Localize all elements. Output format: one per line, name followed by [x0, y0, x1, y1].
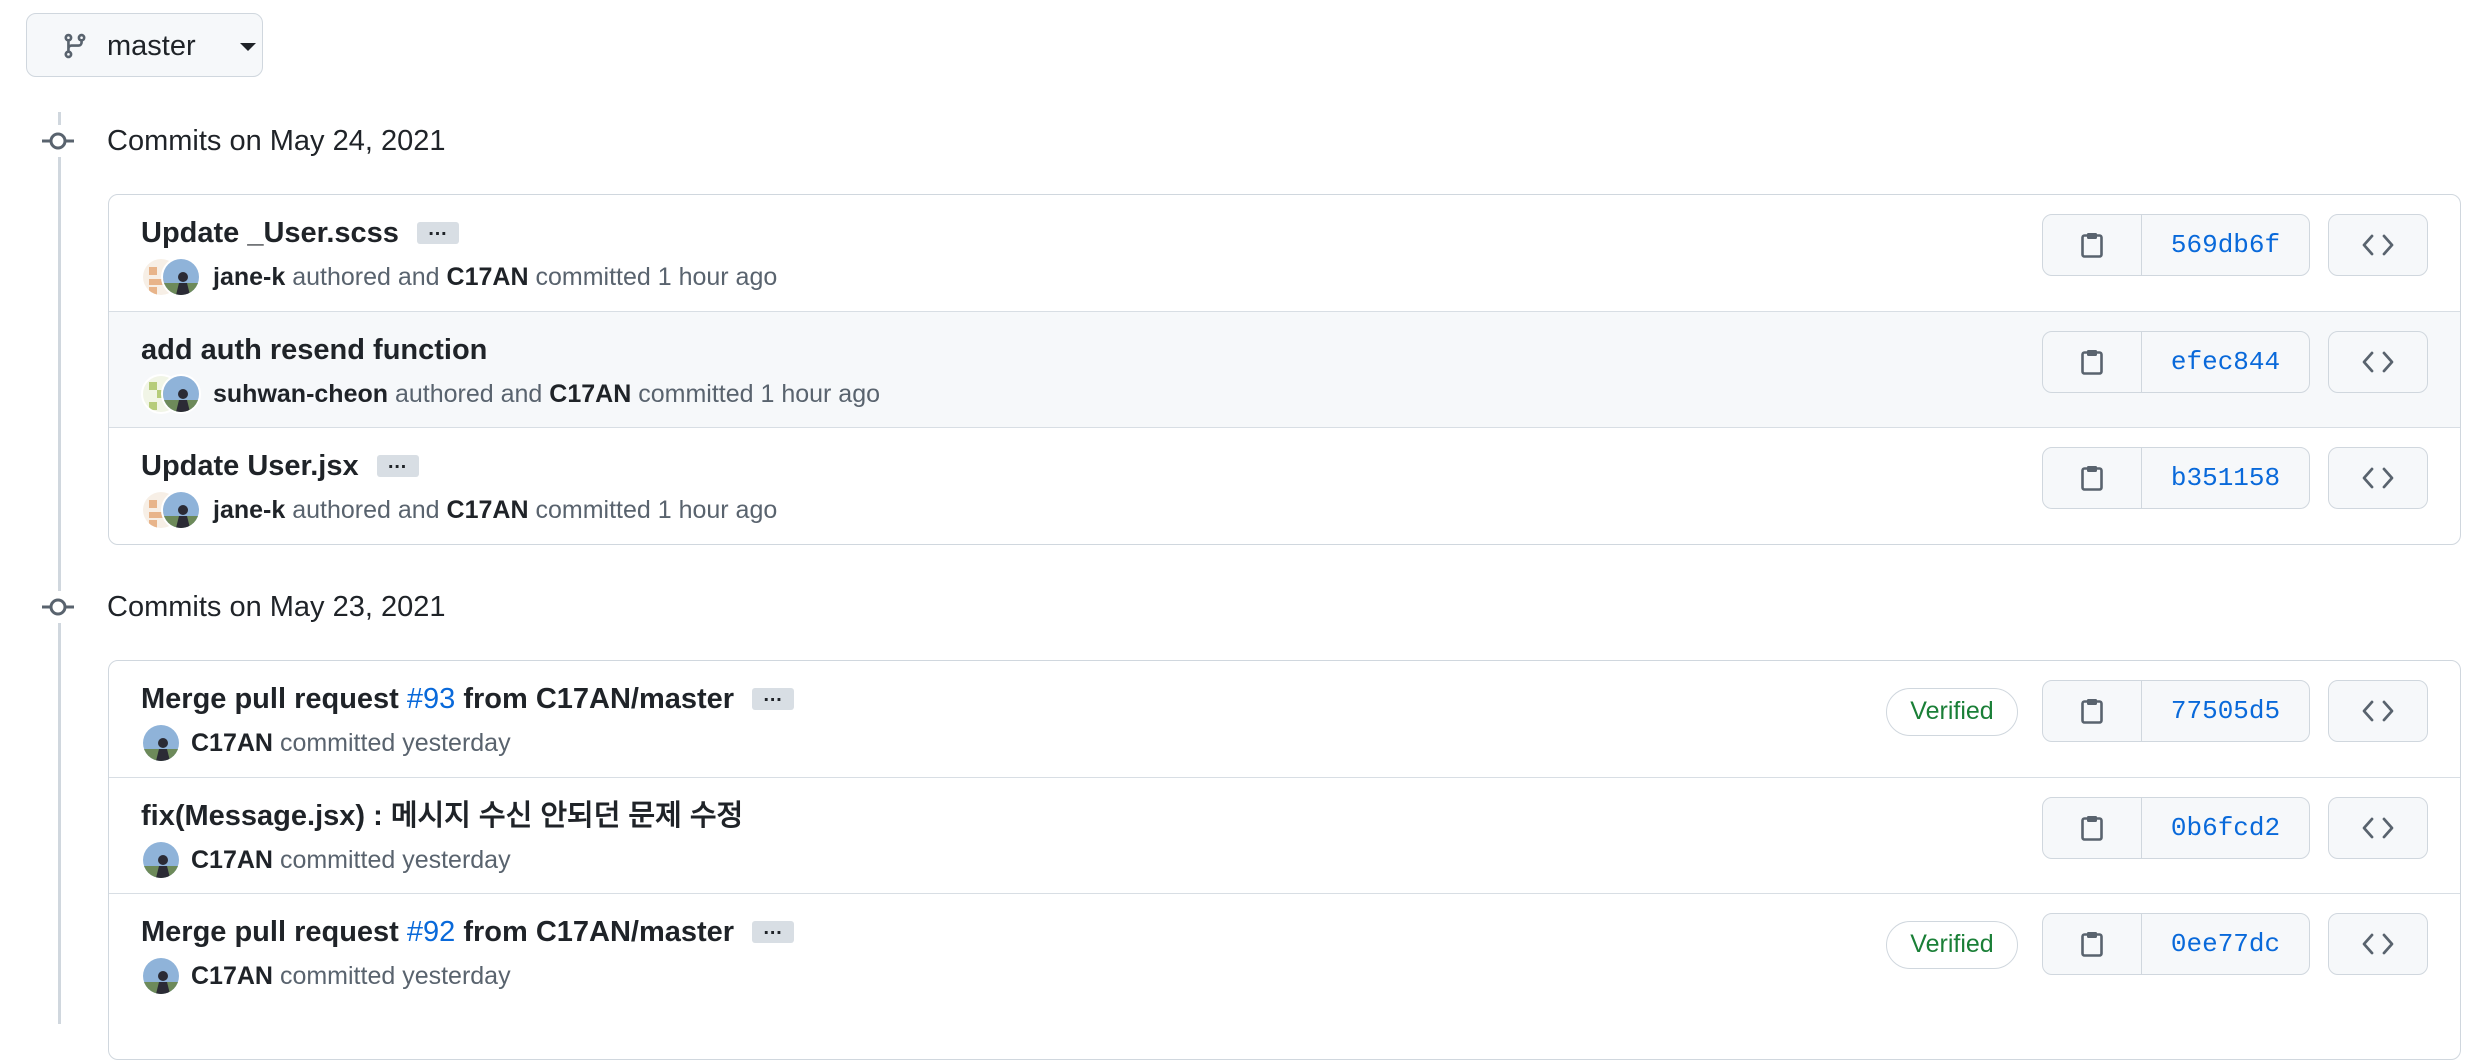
code-icon	[2362, 933, 2394, 955]
commit-list: Merge pull request #93 from C17AN/master…	[108, 660, 2461, 1060]
committer-link[interactable]: C17AN	[191, 960, 273, 992]
committer-avatar[interactable]	[141, 840, 181, 880]
expand-message-button[interactable]: …	[752, 918, 795, 943]
commit-group-title: Commits on May 24, 2021	[107, 125, 446, 157]
git-commit-icon	[40, 125, 76, 157]
browse-repo-button[interactable]	[2328, 214, 2428, 276]
timeline-line	[58, 112, 61, 1024]
commit-group-title: Commits on May 23, 2021	[107, 591, 446, 623]
authored-text: authored and	[292, 496, 440, 524]
code-icon	[2362, 351, 2394, 373]
committer-link[interactable]: C17AN	[191, 844, 273, 876]
copy-sha-button[interactable]	[2043, 798, 2142, 858]
clipboard-icon	[2081, 350, 2103, 375]
copy-sha-button[interactable]	[2043, 681, 2142, 741]
commit-sha-link[interactable]: 0b6fcd2	[2142, 798, 2309, 858]
browse-repo-button[interactable]	[2328, 680, 2428, 742]
commit-message-link[interactable]: Update _User.scss	[141, 215, 399, 251]
browse-repo-button[interactable]	[2328, 797, 2428, 859]
browse-repo-button[interactable]	[2328, 913, 2428, 975]
author-link[interactable]: suhwan-cheon	[213, 378, 388, 410]
sha-button-group: 77505d5	[2042, 680, 2310, 742]
copy-sha-button[interactable]	[2043, 332, 2142, 392]
committed-time: committed yesterday	[279, 729, 511, 757]
expand-message-button[interactable]: …	[416, 219, 459, 244]
clipboard-icon	[2081, 699, 2103, 724]
browse-repo-button[interactable]	[2328, 447, 2428, 509]
committer-link[interactable]: C17AN	[447, 494, 529, 526]
copy-sha-button[interactable]	[2043, 215, 2142, 275]
committer-avatar[interactable]	[141, 956, 181, 996]
committed-time: committed 1 hour ago	[638, 380, 881, 408]
commit-sha-link[interactable]: 569db6f	[2142, 215, 2309, 275]
commit-row: Update _User.scss … jane-k authored and …	[109, 195, 2460, 311]
commit-message-link[interactable]: fix(Message.jsx) : 메시지 수신 안되던 문제 수정	[141, 798, 743, 834]
committed-time: committed 1 hour ago	[535, 496, 778, 524]
committed-time: committed 1 hour ago	[535, 263, 778, 291]
committer-avatar[interactable]	[161, 257, 201, 297]
git-commit-icon	[40, 591, 76, 623]
committer-avatar[interactable]	[161, 374, 201, 414]
clipboard-icon	[2081, 466, 2103, 491]
committer-link[interactable]: C17AN	[191, 727, 273, 759]
commit-sha-link[interactable]: 77505d5	[2142, 681, 2309, 741]
author-link[interactable]: jane-k	[213, 494, 285, 526]
commit-row: Merge pull request #93 from C17AN/master…	[109, 661, 2460, 777]
verified-badge[interactable]: Verified	[1886, 921, 2018, 969]
git-branch-icon	[64, 33, 86, 59]
commit-message-link[interactable]: Merge pull request #92 from C17AN/master	[141, 914, 734, 950]
commit-message-link[interactable]: Update User.jsx	[141, 448, 359, 484]
sha-button-group: 569db6f	[2042, 214, 2310, 276]
copy-sha-button[interactable]	[2043, 914, 2142, 974]
browse-repo-button[interactable]	[2328, 331, 2428, 393]
authored-text: authored and	[292, 263, 440, 291]
commit-sha-link[interactable]: 0ee77dc	[2142, 914, 2309, 974]
branch-select-button[interactable]: master	[26, 13, 263, 77]
copy-sha-button[interactable]	[2043, 448, 2142, 508]
code-icon	[2362, 467, 2394, 489]
commit-row: Merge pull request #92 from C17AN/master…	[109, 893, 2460, 1009]
authored-text: authored and	[394, 380, 543, 408]
commit-message-link[interactable]: Merge pull request #93 from C17AN/master	[141, 681, 734, 717]
committed-time: committed yesterday	[279, 846, 511, 874]
commit-row: Update User.jsx … jane-k authored and C1…	[109, 427, 2460, 543]
clipboard-icon	[2081, 233, 2103, 258]
sha-button-group: 0b6fcd2	[2042, 797, 2310, 859]
code-icon	[2362, 700, 2394, 722]
commit-row: add auth resend function suhwan-cheon au…	[109, 311, 2460, 427]
sha-button-group: 0ee77dc	[2042, 913, 2310, 975]
sha-button-group: b351158	[2042, 447, 2310, 509]
pull-request-link[interactable]: #93	[407, 683, 455, 715]
commit-sha-link[interactable]: efec844	[2142, 332, 2309, 392]
commit-message-link[interactable]: add auth resend function	[141, 332, 487, 368]
committer-link[interactable]: C17AN	[447, 261, 529, 293]
clipboard-icon	[2081, 932, 2103, 957]
commit-sha-link[interactable]: b351158	[2142, 448, 2309, 508]
expand-message-button[interactable]: …	[376, 452, 419, 477]
sha-button-group: efec844	[2042, 331, 2310, 393]
commit-row: fix(Message.jsx) : 메시지 수신 안되던 문제 수정 C17A…	[109, 777, 2460, 893]
branch-name: master	[107, 30, 196, 62]
committer-link[interactable]: C17AN	[549, 378, 631, 410]
committer-avatar[interactable]	[161, 490, 201, 530]
author-link[interactable]: jane-k	[213, 261, 285, 293]
code-icon	[2362, 817, 2394, 839]
clipboard-icon	[2081, 816, 2103, 841]
pull-request-link[interactable]: #92	[407, 916, 455, 948]
commit-list: Update _User.scss … jane-k authored and …	[108, 194, 2461, 545]
expand-message-button[interactable]: …	[752, 685, 795, 710]
chevron-down-icon	[240, 43, 256, 51]
verified-badge[interactable]: Verified	[1886, 688, 2018, 736]
committed-time: committed yesterday	[279, 962, 511, 990]
code-icon	[2362, 234, 2394, 256]
committer-avatar[interactable]	[141, 723, 181, 763]
